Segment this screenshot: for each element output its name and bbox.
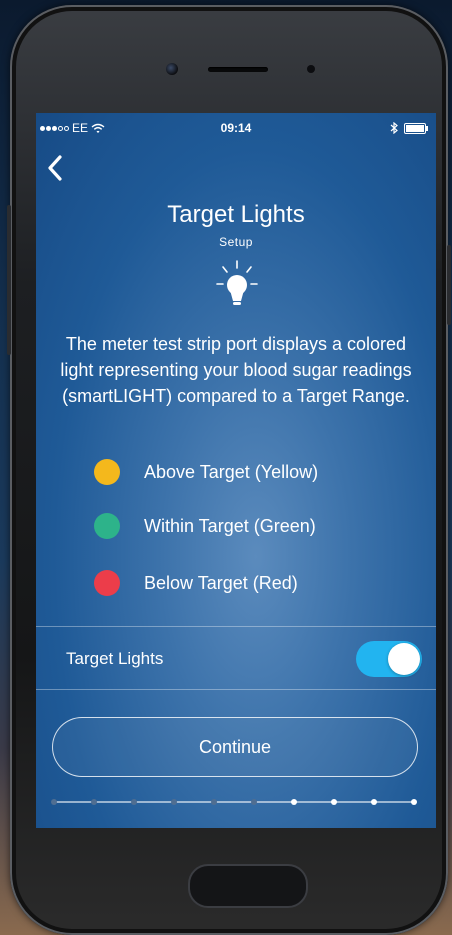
back-button[interactable] bbox=[44, 153, 68, 183]
earpiece-speaker bbox=[208, 67, 268, 72]
legend-label: Within Target (Green) bbox=[144, 515, 316, 536]
status-time: 09:14 bbox=[220, 121, 252, 135]
bluetooth-icon bbox=[390, 122, 398, 134]
yellow-dot-icon bbox=[94, 459, 120, 485]
progress-step bbox=[331, 799, 337, 805]
page-subtitle: Setup bbox=[219, 235, 253, 249]
battery-icon bbox=[404, 122, 428, 134]
page-title: Target Lights bbox=[167, 201, 305, 228]
side-button-right bbox=[447, 245, 451, 325]
legend-item-below: Below Target (Red) bbox=[94, 570, 414, 596]
progress-step bbox=[91, 799, 97, 805]
progress-step bbox=[211, 799, 217, 805]
progress-step-current bbox=[251, 799, 257, 805]
legend-label: Below Target (Red) bbox=[144, 572, 298, 593]
progress-indicator bbox=[51, 799, 417, 805]
toggle-knob bbox=[388, 643, 420, 675]
progress-step bbox=[51, 799, 57, 805]
front-camera bbox=[166, 63, 178, 75]
target-lights-toggle[interactable] bbox=[356, 641, 422, 677]
description-text: The meter test strip port displays a col… bbox=[60, 334, 412, 406]
lightbulb-icon bbox=[214, 259, 260, 315]
progress-step bbox=[171, 799, 177, 805]
legend-label: Above Target (Yellow) bbox=[144, 461, 319, 482]
home-button[interactable] bbox=[188, 864, 308, 908]
progress-step bbox=[291, 799, 297, 805]
target-lights-row: Target Lights bbox=[36, 627, 436, 689]
side-button-left bbox=[7, 205, 11, 355]
proximity-sensor bbox=[307, 65, 315, 73]
progress-step bbox=[371, 799, 377, 805]
red-dot-icon bbox=[94, 570, 120, 596]
continue-button[interactable]: Continue bbox=[52, 717, 418, 777]
status-bar: EE 09:14 bbox=[36, 121, 436, 137]
legend-item-above: Above Target (Yellow) bbox=[94, 459, 414, 485]
app-screen: EE 09:14 Target Lights Setup The meter t… bbox=[36, 113, 436, 828]
progress-step bbox=[131, 799, 137, 805]
progress-step bbox=[411, 799, 417, 805]
green-dot-icon bbox=[94, 513, 120, 539]
chevron-left-icon bbox=[48, 155, 62, 181]
toggle-label: Target Lights bbox=[66, 649, 164, 668]
divider bbox=[36, 689, 436, 690]
legend-item-within: Within Target (Green) bbox=[94, 513, 414, 539]
